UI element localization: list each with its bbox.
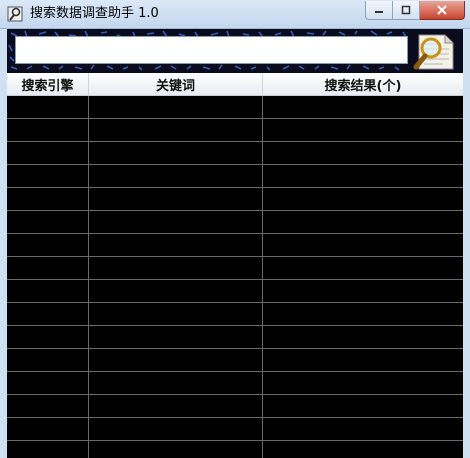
cell-keyword[interactable] xyxy=(89,280,263,302)
cell-results[interactable] xyxy=(263,326,463,348)
cell-engine[interactable] xyxy=(7,96,89,118)
column-header-engine[interactable]: 搜索引擎 xyxy=(7,73,89,95)
cell-keyword[interactable] xyxy=(89,326,263,348)
search-banner xyxy=(7,29,463,73)
table-row[interactable] xyxy=(7,96,463,119)
cell-keyword[interactable] xyxy=(89,418,263,440)
cell-keyword[interactable] xyxy=(89,372,263,394)
table-row[interactable] xyxy=(7,119,463,142)
grid-body xyxy=(7,96,463,458)
cell-results[interactable] xyxy=(263,142,463,164)
cell-engine[interactable] xyxy=(7,257,89,279)
cell-engine[interactable] xyxy=(7,211,89,233)
cell-results[interactable] xyxy=(263,188,463,210)
table-row[interactable] xyxy=(7,165,463,188)
cell-results[interactable] xyxy=(263,257,463,279)
cell-engine[interactable] xyxy=(7,119,89,141)
magnifier-document-icon xyxy=(413,34,454,70)
minimize-button[interactable] xyxy=(365,1,393,20)
results-grid[interactable]: 搜索引擎 关键词 搜索结果(个) xyxy=(7,73,463,458)
cell-engine[interactable] xyxy=(7,280,89,302)
minimize-icon xyxy=(375,11,383,13)
cell-results[interactable] xyxy=(263,441,463,458)
cell-keyword[interactable] xyxy=(89,395,263,417)
cell-results[interactable] xyxy=(263,280,463,302)
table-row[interactable] xyxy=(7,372,463,395)
cell-keyword[interactable] xyxy=(89,303,263,325)
cell-keyword[interactable] xyxy=(89,257,263,279)
cell-engine[interactable] xyxy=(7,303,89,325)
table-row[interactable] xyxy=(7,303,463,326)
cell-engine[interactable] xyxy=(7,234,89,256)
cell-engine[interactable] xyxy=(7,142,89,164)
maximize-button[interactable] xyxy=(393,1,420,20)
table-row[interactable] xyxy=(7,142,463,165)
cell-keyword[interactable] xyxy=(89,349,263,371)
cell-keyword[interactable] xyxy=(89,234,263,256)
cell-results[interactable] xyxy=(263,234,463,256)
cell-results[interactable] xyxy=(263,165,463,187)
cell-engine[interactable] xyxy=(7,395,89,417)
cell-results[interactable] xyxy=(263,349,463,371)
search-button[interactable] xyxy=(409,30,461,72)
table-row[interactable] xyxy=(7,211,463,234)
cell-engine[interactable] xyxy=(7,188,89,210)
title-bar[interactable]: 搜索数据调查助手 1.0 xyxy=(0,0,470,29)
cell-keyword[interactable] xyxy=(89,96,263,118)
cell-keyword[interactable] xyxy=(89,119,263,141)
column-header-results[interactable]: 搜索结果(个) xyxy=(263,73,463,95)
cell-results[interactable] xyxy=(263,303,463,325)
cell-keyword[interactable] xyxy=(89,188,263,210)
cell-results[interactable] xyxy=(263,395,463,417)
cell-engine[interactable] xyxy=(7,372,89,394)
maximize-icon xyxy=(401,5,411,15)
cell-engine[interactable] xyxy=(7,441,89,458)
cell-engine[interactable] xyxy=(7,165,89,187)
search-tool-icon xyxy=(7,6,23,22)
cell-engine[interactable] xyxy=(7,349,89,371)
cell-results[interactable] xyxy=(263,372,463,394)
cell-keyword[interactable] xyxy=(89,142,263,164)
grid-header: 搜索引擎 关键词 搜索结果(个) xyxy=(7,73,463,96)
search-input[interactable] xyxy=(15,36,408,64)
table-row[interactable] xyxy=(7,257,463,280)
cell-results[interactable] xyxy=(263,418,463,440)
close-icon xyxy=(437,5,447,15)
column-header-keyword[interactable]: 关键词 xyxy=(89,73,263,95)
table-row[interactable] xyxy=(7,280,463,303)
cell-results[interactable] xyxy=(263,96,463,118)
cell-keyword[interactable] xyxy=(89,211,263,233)
cell-engine[interactable] xyxy=(7,326,89,348)
table-row[interactable] xyxy=(7,234,463,257)
cell-keyword[interactable] xyxy=(89,441,263,458)
cell-results[interactable] xyxy=(263,119,463,141)
table-row[interactable] xyxy=(7,441,463,458)
table-row[interactable] xyxy=(7,418,463,441)
window-title: 搜索数据调查助手 1.0 xyxy=(30,6,159,21)
table-row[interactable] xyxy=(7,326,463,349)
cell-engine[interactable] xyxy=(7,418,89,440)
table-row[interactable] xyxy=(7,188,463,211)
cell-results[interactable] xyxy=(263,211,463,233)
cell-keyword[interactable] xyxy=(89,165,263,187)
close-button[interactable] xyxy=(420,1,465,20)
table-row[interactable] xyxy=(7,395,463,418)
table-row[interactable] xyxy=(7,349,463,372)
